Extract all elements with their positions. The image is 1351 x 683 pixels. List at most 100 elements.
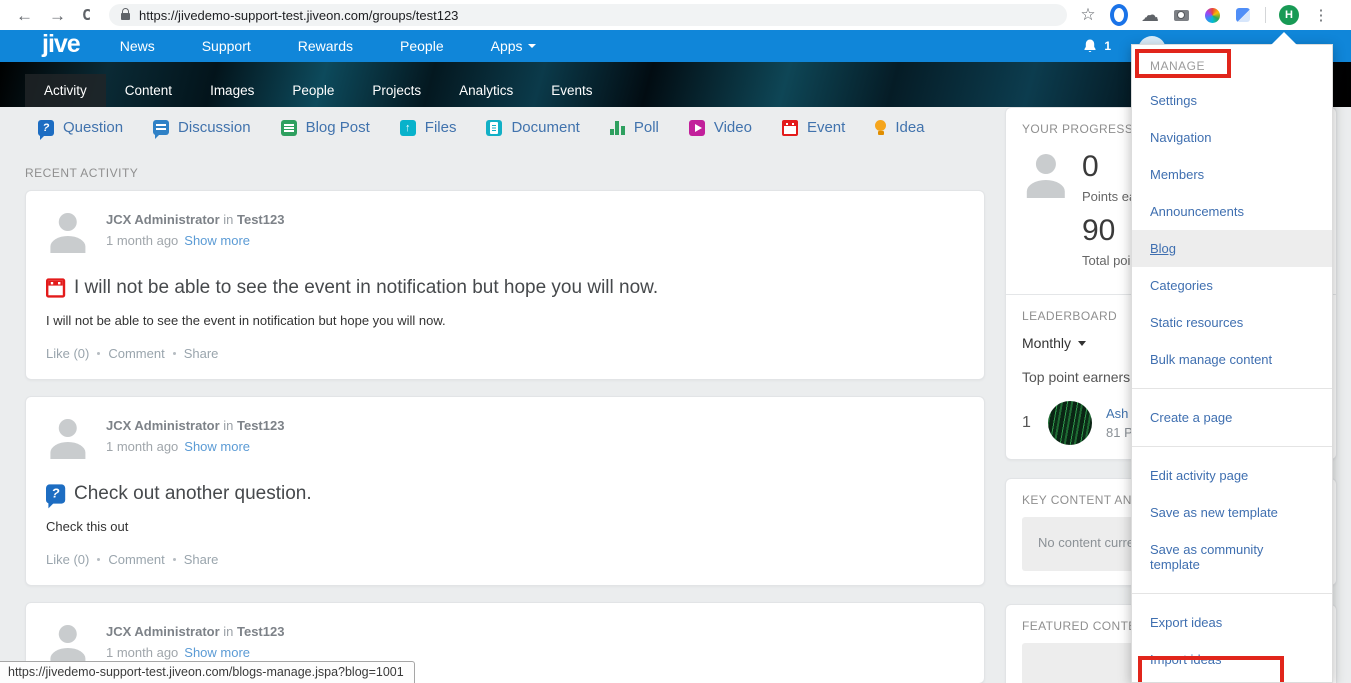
- place-link[interactable]: Test123: [237, 212, 284, 227]
- action-label: Document: [511, 119, 579, 136]
- show-more-link[interactable]: Show more: [184, 439, 250, 454]
- dot-separator: [173, 558, 176, 561]
- nav-item-rewards[interactable]: Rewards: [298, 38, 353, 54]
- menu-section: Create a page: [1132, 388, 1332, 446]
- create-event-link[interactable]: Event: [782, 119, 845, 136]
- back-icon[interactable]: ←: [16, 7, 33, 24]
- create-poll-link[interactable]: Poll: [610, 119, 659, 136]
- create-question-link[interactable]: ?Question: [38, 119, 123, 136]
- nav-item-apps[interactable]: Apps: [491, 38, 536, 54]
- menu-section: Export ideasImport ideas: [1132, 593, 1332, 683]
- browser-profile-avatar[interactable]: H: [1279, 5, 1299, 25]
- create-video-link[interactable]: Video: [689, 119, 752, 136]
- create-discussion-link[interactable]: Discussion: [153, 119, 251, 136]
- action-label: Question: [63, 119, 123, 136]
- manage-menu-header: MANAGE: [1132, 45, 1332, 82]
- tab-people[interactable]: People: [273, 74, 353, 107]
- avatar: [46, 621, 90, 665]
- menu-item-announcements[interactable]: Announcements: [1132, 193, 1332, 230]
- show-more-link[interactable]: Show more: [184, 645, 250, 660]
- author-link[interactable]: JCX Administrator: [106, 212, 220, 227]
- like-link[interactable]: Like (0): [46, 346, 89, 361]
- create-files-link[interactable]: ↑Files: [400, 119, 457, 136]
- feed-post: JCX Administrator in Test1231 month agoS…: [25, 396, 985, 586]
- menu-item-create-a-page[interactable]: Create a page: [1132, 399, 1332, 436]
- cloud-icon[interactable]: ☁: [1141, 6, 1159, 24]
- nav-item-label: Rewards: [298, 38, 353, 54]
- menu-section: Edit activity pageSave as new templateSa…: [1132, 446, 1332, 593]
- tab-analytics[interactable]: Analytics: [440, 74, 532, 107]
- nav-item-people[interactable]: People: [400, 38, 444, 54]
- blue-ring-icon[interactable]: [1110, 6, 1128, 24]
- dropdown-caret: [1271, 32, 1297, 45]
- reload-icon[interactable]: C: [82, 8, 91, 23]
- post-title-link[interactable]: I will not be able to see the event in n…: [46, 277, 964, 299]
- post-title-link[interactable]: ?Check out another question.: [46, 483, 964, 505]
- tab-activity[interactable]: Activity: [25, 74, 106, 107]
- show-more-link[interactable]: Show more: [184, 233, 250, 248]
- action-label: Poll: [634, 119, 659, 136]
- action-label: Event: [807, 119, 845, 136]
- bell-icon: [1082, 38, 1098, 54]
- menu-item-import-ideas[interactable]: Import ideas: [1132, 641, 1332, 678]
- menu-item-settings[interactable]: Settings: [1132, 82, 1332, 119]
- create-document-link[interactable]: Document: [486, 119, 579, 136]
- notifications-button[interactable]: 1: [1082, 30, 1111, 62]
- like-link[interactable]: Like (0): [46, 552, 89, 567]
- post-actions: Like (0) Comment Share: [46, 552, 964, 567]
- jive-nav-items: News Support Rewards People Apps: [120, 38, 536, 54]
- camera-icon[interactable]: [1172, 6, 1190, 24]
- comment-link[interactable]: Comment: [108, 346, 164, 361]
- menu-item-save-as-new-template[interactable]: Save as new template: [1132, 494, 1332, 531]
- files-icon: ↑: [400, 120, 416, 136]
- menu-item-edit-activity-page[interactable]: Edit activity page: [1132, 457, 1332, 494]
- create-idea-link[interactable]: Idea: [875, 119, 924, 136]
- menu-item-categories[interactable]: Categories: [1132, 267, 1332, 304]
- leaderboard-avatar[interactable]: [1048, 401, 1092, 445]
- color-wheel-icon[interactable]: [1203, 6, 1221, 24]
- dot-separator: [173, 352, 176, 355]
- tab-images[interactable]: Images: [191, 74, 273, 107]
- author-link[interactable]: JCX Administrator: [106, 418, 220, 433]
- jive-logo[interactable]: jive: [42, 32, 80, 60]
- share-link[interactable]: Share: [184, 346, 219, 361]
- post-meta: JCX Administrator in Test1231 month agoS…: [106, 621, 284, 665]
- post-timestamp: 1 month ago: [106, 645, 178, 660]
- nav-item-news[interactable]: News: [120, 38, 155, 54]
- browser-menu-icon[interactable]: ⋮: [1312, 6, 1330, 24]
- post-timestamp: 1 month ago: [106, 439, 178, 454]
- tab-content[interactable]: Content: [106, 74, 191, 107]
- menu-item-members[interactable]: Members: [1132, 156, 1332, 193]
- comment-link[interactable]: Comment: [108, 552, 164, 567]
- nav-item-label: News: [120, 38, 155, 54]
- nav-item-label: People: [400, 38, 444, 54]
- menu-item-export-ideas[interactable]: Export ideas: [1132, 604, 1332, 641]
- menu-item-bulk-manage-content[interactable]: Bulk manage content: [1132, 341, 1332, 378]
- address-bar[interactable]: https://jivedemo-support-test.jiveon.com…: [109, 4, 1067, 26]
- forward-icon[interactable]: →: [49, 7, 66, 24]
- menu-item-save-as-community-template[interactable]: Save as community template: [1132, 531, 1332, 583]
- action-label: Discussion: [178, 119, 251, 136]
- url-text[interactable]: https://jivedemo-support-test.jiveon.com…: [139, 8, 458, 23]
- post-timestamp: 1 month ago: [106, 233, 178, 248]
- browser-toolbar: ← → C https://jivedemo-support-test.jive…: [0, 0, 1351, 30]
- menu-item-static-resources[interactable]: Static resources: [1132, 304, 1332, 341]
- tab-events[interactable]: Events: [532, 74, 611, 107]
- create-blogpost-link[interactable]: Blog Post: [281, 119, 370, 136]
- place-link[interactable]: Test123: [237, 624, 284, 639]
- share-link[interactable]: Share: [184, 552, 219, 567]
- tab-projects[interactable]: Projects: [353, 74, 440, 107]
- post-header: JCX Administrator in Test1231 month agoS…: [46, 209, 964, 253]
- menu-section: SettingsNavigationMembersAnnouncementsBl…: [1132, 82, 1332, 388]
- nav-item-label: Support: [202, 38, 251, 54]
- avatar: [46, 415, 90, 459]
- bookmark-star-icon[interactable]: ☆: [1079, 6, 1097, 24]
- menu-item-navigation[interactable]: Navigation: [1132, 119, 1332, 156]
- lock-icon: [121, 13, 130, 20]
- extension-icon[interactable]: [1234, 6, 1252, 24]
- nav-item-support[interactable]: Support: [202, 38, 251, 54]
- action-label: Blog Post: [306, 119, 370, 136]
- place-link[interactable]: Test123: [237, 418, 284, 433]
- author-link[interactable]: JCX Administrator: [106, 624, 220, 639]
- menu-item-blog[interactable]: Blog: [1132, 230, 1332, 267]
